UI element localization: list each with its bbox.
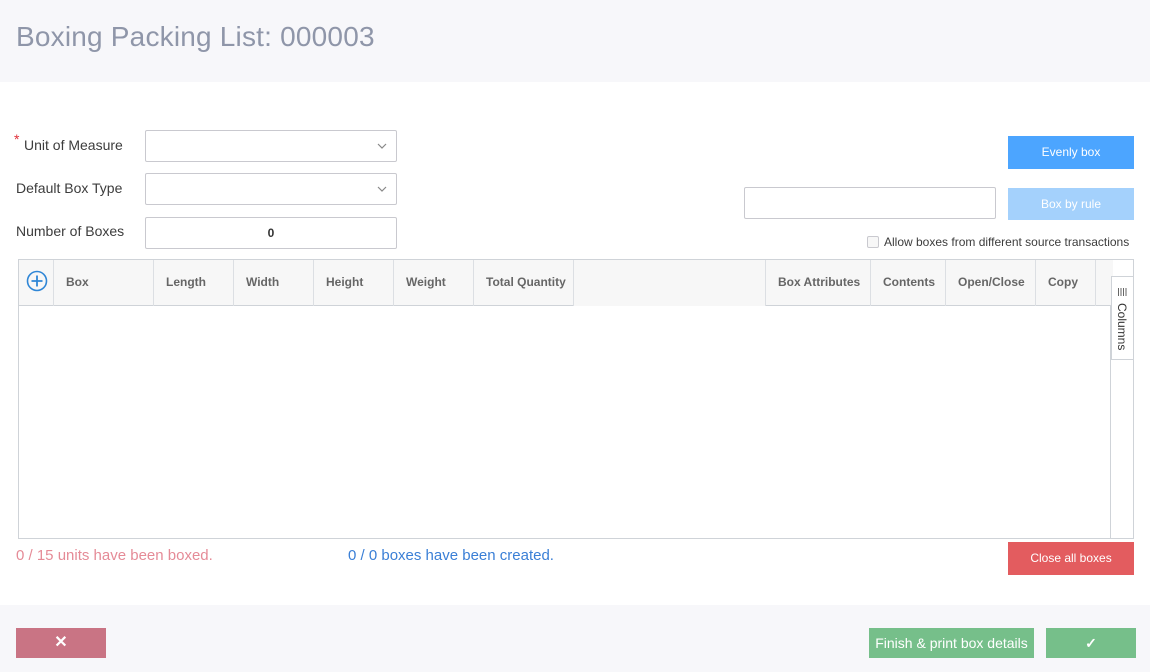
column-header-contents[interactable]: Contents bbox=[871, 260, 946, 306]
add-circle-icon[interactable] bbox=[26, 270, 48, 292]
number-of-boxes-input[interactable]: 0 bbox=[145, 217, 397, 249]
column-header-height[interactable]: Height bbox=[314, 260, 394, 306]
columns-icon bbox=[1118, 288, 1127, 296]
column-header-open-close[interactable]: Open/Close bbox=[946, 260, 1036, 306]
allow-different-sources-label: Allow boxes from different source transa… bbox=[884, 235, 1130, 249]
default-box-type-select[interactable] bbox=[145, 173, 397, 205]
close-all-boxes-button[interactable]: Close all boxes bbox=[1008, 542, 1134, 575]
box-rule-input[interactable] bbox=[744, 187, 996, 219]
column-header-weight[interactable]: Weight bbox=[394, 260, 474, 306]
finish-print-button[interactable]: Finish & print box details bbox=[869, 628, 1034, 658]
number-of-boxes-label: Number of Boxes bbox=[16, 223, 125, 239]
required-marker: * bbox=[14, 131, 20, 147]
columns-panel-toggle[interactable]: Columns bbox=[1111, 276, 1133, 360]
add-box-column bbox=[19, 260, 54, 306]
page-title: Boxing Packing List: 000003 bbox=[16, 21, 375, 52]
column-header-length[interactable]: Length bbox=[154, 260, 234, 306]
confirm-button[interactable]: ✓ bbox=[1046, 628, 1136, 658]
unit-of-measure-label: * Unit of Measure bbox=[14, 131, 123, 153]
evenly-box-button[interactable]: Evenly box bbox=[1008, 136, 1134, 169]
units-boxed-status: 0 / 15 units have been boxed. bbox=[16, 547, 213, 564]
allow-different-sources-checkbox[interactable] bbox=[867, 236, 879, 248]
column-header-box[interactable]: Box bbox=[54, 260, 154, 306]
chevron-down-icon bbox=[377, 186, 387, 192]
box-by-rule-button[interactable]: Box by rule bbox=[1008, 188, 1134, 220]
column-header-copy[interactable]: Copy bbox=[1036, 260, 1096, 306]
grid-header: Box Length Width Height Weight Total Qua… bbox=[19, 260, 1113, 306]
default-box-type-label: Default Box Type bbox=[16, 180, 123, 196]
allow-different-sources-option[interactable]: Allow boxes from different source transa… bbox=[867, 235, 1129, 249]
column-header-spacer bbox=[574, 260, 766, 306]
unit-of-measure-select[interactable] bbox=[145, 130, 397, 162]
boxes-created-status: 0 / 0 boxes have been created. bbox=[348, 547, 554, 564]
boxes-grid: Box Length Width Height Weight Total Qua… bbox=[18, 259, 1134, 539]
cancel-button[interactable]: ✕ bbox=[16, 628, 106, 658]
chevron-down-icon bbox=[377, 143, 387, 149]
column-header-width[interactable]: Width bbox=[234, 260, 314, 306]
column-header-total-quantity[interactable]: Total Quantity bbox=[474, 260, 574, 306]
page-header: Boxing Packing List: 000003 bbox=[0, 0, 1150, 82]
column-header-box-attributes[interactable]: Box Attributes bbox=[766, 260, 871, 306]
columns-panel-label: Columns bbox=[1115, 303, 1129, 351]
